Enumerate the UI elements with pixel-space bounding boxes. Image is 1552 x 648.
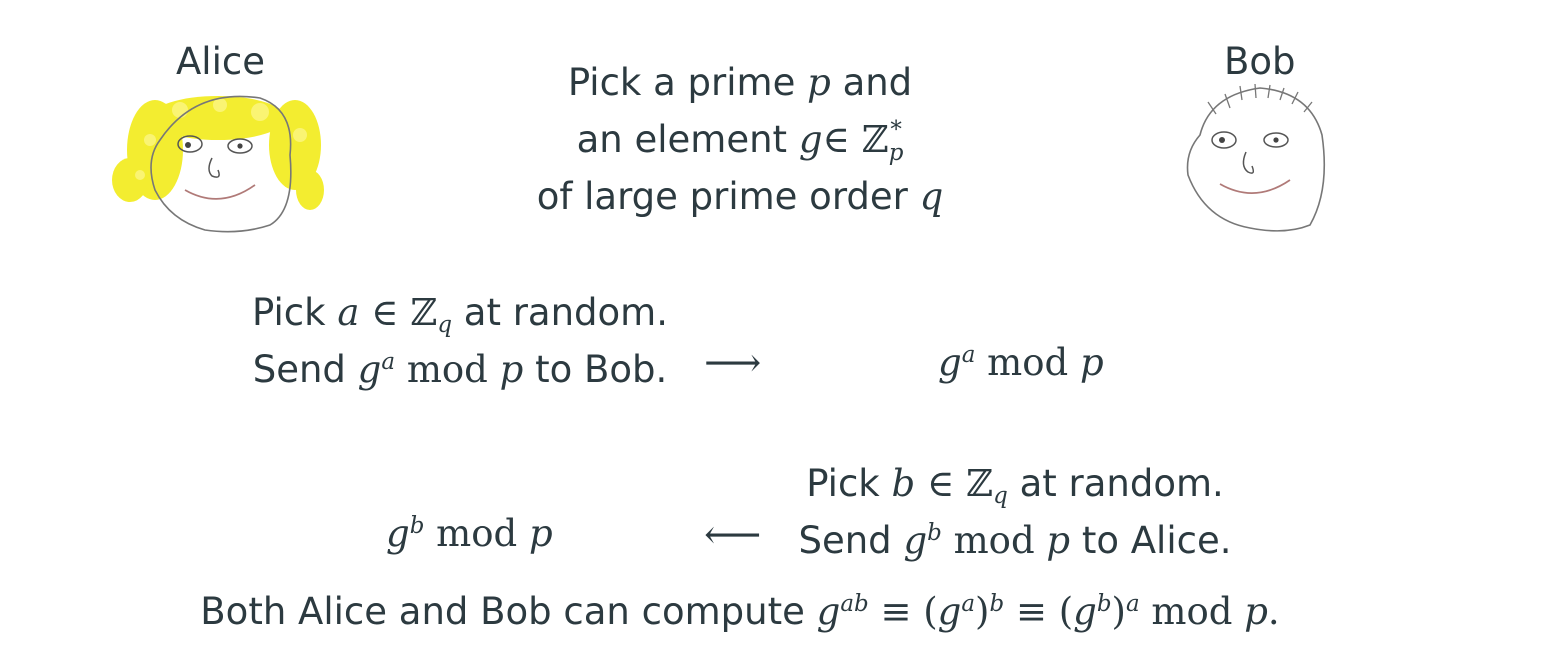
math-exp: a [381,349,396,376]
math-exp: a [1125,591,1140,618]
math-equiv: ≡ [1015,590,1047,633]
conclusion-text: Both Alice and Bob can compute [200,590,805,633]
math-exp: b [409,513,425,540]
arrow-left-icon: ⟵ [704,512,762,558]
alice-send-line: Send ga mod p to Bob. [230,341,690,398]
bob-step: Pick b ∈ ℤq at random. Send gb mod p to … [780,455,1250,569]
arrow-right-icon: ⟶ [704,340,762,386]
step-text: to Alice. [1081,519,1232,562]
math-sub-q: q [437,311,453,338]
bob-receives: ga mod p [938,341,1104,384]
math-group-z: ℤ [861,118,889,161]
step-text: Pick [252,291,326,334]
math-var-a: a [337,291,360,334]
math-var-p: p [1079,341,1104,384]
math-equiv: ≡ [880,590,912,633]
setup-text: and [842,61,913,104]
math-var-p: p [1046,519,1071,562]
step-text: to Bob. [535,348,668,391]
math-var-p: p [807,61,831,104]
math-base-g: g [1073,590,1097,633]
math-paren: ( [1058,590,1074,633]
math-mod: mod [436,512,518,555]
math-base-g: g [386,512,410,555]
setup-line-3: of large prime order q [520,168,960,225]
math-var-q: q [919,175,944,218]
setup-text: Pick a prime [567,61,796,104]
math-group-z: ℤ [410,291,438,334]
math-base-g: g [937,590,962,633]
alice-step: Pick a ∈ ℤq at random. Send ga mod p to … [230,284,690,398]
step-text: Send [252,348,346,391]
bob-label: Bob [1224,40,1296,83]
math-exp: ab [840,591,869,618]
math-var-p: p [528,512,553,555]
setup-line-1: Pick a prime p and [520,54,960,111]
math-supsub: * p [888,116,904,166]
step-text: Send [798,519,892,562]
step-text: at random. [1019,462,1224,505]
setup-line-2: an element g∈ ℤ * p [520,111,960,168]
math-base-g: g [938,341,962,384]
math-var-p: p [499,348,524,391]
bob-face-drawing-icon [1186,83,1326,232]
setup-block: Pick a prime p and an element g∈ ℤ * p of … [520,54,960,225]
math-paren: ) [1111,590,1126,633]
math-exp: b [927,520,942,547]
math-exp: b [1096,591,1112,618]
step-text: at random. [463,291,668,334]
bob-send-line: Send gb mod p to Alice. [780,512,1250,569]
math-var-g: g [798,118,823,161]
math-mod: mod [953,519,1035,562]
alice-face-drawing-icon [112,95,324,233]
math-mod: mod [406,348,488,391]
math-base-g: g [903,519,928,562]
math-var-b: b [891,462,916,505]
conclusion: Both Alice and Bob can compute gab ≡ (ga… [180,590,1300,633]
math-exp: a [961,591,976,618]
math-mod: mod [987,341,1069,384]
setup-text: of large prime order [536,175,908,218]
math-in-symbol: ∈ [371,291,399,334]
alice-receives: gb mod p [386,512,553,555]
setup-text: an element [576,118,788,161]
math-sub-p: p [888,139,904,166]
step-text: Pick [806,462,880,505]
math-mod: mod [1151,590,1233,633]
math-period: . [1267,590,1280,633]
math-sub-q: q [993,482,1008,509]
math-in-symbol: ∈ [926,462,955,505]
math-base-g: g [357,348,382,391]
math-group-z: ℤ [966,462,994,505]
alice-label: Alice [176,40,265,83]
math-var-p: p [1244,590,1268,633]
math-paren: ( [923,590,938,633]
math-paren: ) [975,590,990,633]
math-exp: b [989,591,1005,618]
math-in-symbol: ∈ [822,118,850,161]
bob-pick-line: Pick b ∈ ℤq at random. [780,455,1250,512]
alice-pick-line: Pick a ∈ ℤq at random. [230,284,690,341]
math-base-g: g [816,590,841,633]
math-sup-star: * [890,116,902,143]
math-exp: a [961,342,976,369]
